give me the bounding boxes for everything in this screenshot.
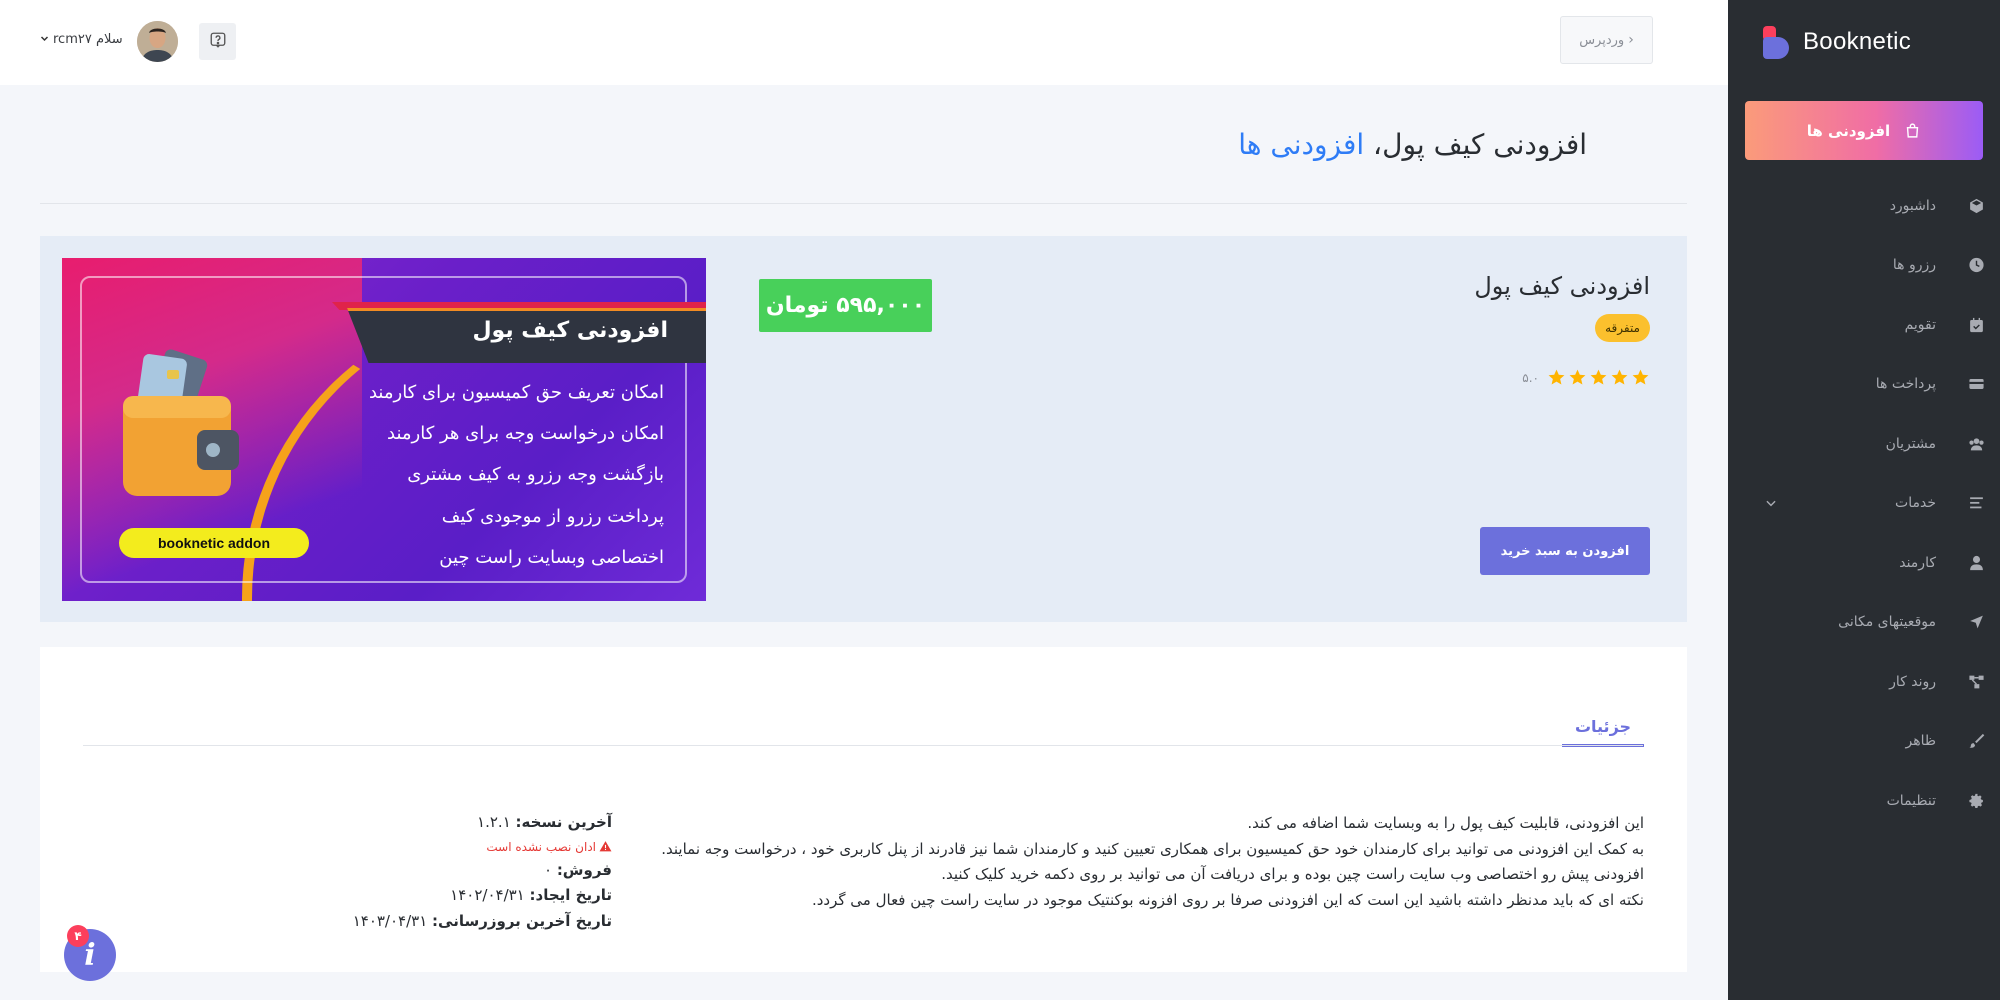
description-line: نکته ای که باید مدنظر داشته باشید این اس… (811, 890, 1644, 909)
sidebar-item-calendar[interactable]: تقویم (1728, 295, 2000, 355)
help-button[interactable] (199, 23, 236, 60)
banner-feature: اختصاصی وبسایت راست چین (439, 547, 664, 568)
topbar: وردپرس › سلام rcm۲۷ (0, 0, 1728, 85)
credit-card-icon (1968, 376, 1985, 393)
star-icon (1548, 369, 1565, 385)
notification-badge: ۴ (67, 925, 89, 947)
tab-divider (83, 745, 1643, 746)
addon-banner-image: افزودنی کیف پول امکان تعریف حق کمیسیون ب… (62, 258, 706, 601)
warning-icon (599, 841, 612, 852)
description-line: این افزودنی، قابلیت کیف پول را به وبسایت… (1247, 814, 1644, 832)
banner-feature: بازگشت وجه رزرو به کیف مشتری (407, 464, 664, 485)
addons-button-label: افزودنی ها (1806, 121, 1891, 140)
list-icon (1968, 495, 1985, 512)
sidebar-item-staff[interactable]: کارمند (1728, 533, 2000, 593)
sidebar-item-label: ظاهر (1905, 733, 1936, 750)
rating-value: ۵.۰ (1522, 370, 1539, 385)
booknetic-logo-icon (1761, 24, 1791, 60)
breadcrumb-separator: ، (1373, 128, 1383, 161)
sidebar-item-label: مشتریان (1885, 435, 1936, 452)
sidebar-item-label: خدمات (1895, 495, 1936, 512)
sidebar-item-payments[interactable]: پرداخت ها (1728, 355, 2000, 415)
cube-icon (1968, 197, 1985, 214)
sidebar-menu: داشبورد رزرو ها تقویم پرداخت ها مشتریان … (1728, 176, 2000, 831)
sidebar-item-workflow[interactable]: روند کار (1728, 652, 2000, 712)
details-panel: جزئیات این افزودنی، قابلیت کیف پول را به… (40, 647, 1687, 972)
sidebar-item-label: کارمند (1899, 554, 1936, 571)
not-installed-warning: ادان نصب نشده است (353, 836, 612, 858)
gear-icon (1968, 792, 1985, 809)
sidebar-item-label: پرداخت ها (1875, 376, 1936, 393)
sidebar-item-customers[interactable]: مشتریان (1728, 414, 2000, 474)
meta-sales: فروش: ۰ (543, 860, 612, 879)
page-title: افزودنی کیف پول، افزودنی ها (1238, 128, 1587, 161)
meta-version: آخرین نسخه: ۱.۲.۱ (477, 813, 612, 831)
star-icon (1569, 369, 1586, 385)
addon-description: این افزودنی، قابلیت کیف پول را به وبسایت… (644, 811, 1644, 913)
addon-name: افزودنی کیف پول (1474, 272, 1650, 300)
sidebar-item-dashboard[interactable]: داشبورد (1728, 176, 2000, 236)
brush-icon (1968, 733, 1985, 750)
tab-details[interactable]: جزئیات (1562, 709, 1644, 747)
banner-title: افزودنی کیف پول (472, 318, 668, 343)
meta-updated: تاریخ آخرین بروزرسانی: ۱۴۰۳/۰۴/۳۱ (352, 911, 612, 930)
addon-card: افزودنی کیف پول امکان تعریف حق کمیسیون ب… (40, 236, 1687, 622)
wordpress-button[interactable]: وردپرس › (1560, 16, 1653, 64)
description-line: به کمک این افزودنی می توانید برای کارمند… (661, 839, 1644, 858)
sidebar-item-appointments[interactable]: رزرو ها (1728, 236, 2000, 296)
divider (40, 203, 1687, 204)
wordpress-button-label: وردپرس (1579, 32, 1625, 48)
rating: ۵.۰ (1522, 368, 1650, 387)
category-badge: متفرقه (1595, 314, 1650, 342)
banner-pill: booknetic addon (119, 528, 309, 558)
users-icon (1968, 435, 1985, 452)
star-icon (1632, 369, 1649, 385)
wallet-icon (117, 348, 247, 508)
chevron-right-icon: › (1628, 32, 1634, 48)
star-icon (1611, 369, 1628, 385)
description-line: افزودنی پیش رو اختصاصی وب سایت راست چین … (941, 865, 1644, 883)
meta-created: تاریخ ایجاد: ۱۴۰۲/۰۴/۳۱ (450, 886, 612, 904)
sidebar-item-services[interactable]: خدمات (1728, 474, 2000, 534)
sidebar-item-label: روند کار (1889, 673, 1936, 690)
user-menu[interactable]: سلام rcm۲۷ (40, 32, 123, 47)
sidebar-item-settings[interactable]: تنظیمات (1728, 771, 2000, 831)
shopping-bag-icon (1904, 122, 1921, 139)
chevron-down-icon (40, 32, 49, 47)
addon-meta: آخرین نسخه: ۱.۲.۱ ادان نصب نشده است فروش… (353, 810, 612, 934)
greeting-text: سلام rcm۲۷ (53, 32, 123, 47)
workflow-icon (1968, 673, 1985, 690)
breadcrumb-addons-link[interactable]: افزودنی ها (1238, 128, 1364, 161)
sidebar-item-appearance[interactable]: ظاهر (1728, 712, 2000, 772)
sidebar-item-label: تقویم (1904, 316, 1936, 333)
sidebar-item-label: موقعیتهای مکانی (1838, 614, 1936, 631)
avatar[interactable] (137, 21, 178, 62)
location-arrow-icon (1968, 614, 1985, 631)
logo[interactable]: Booknetic (1761, 24, 1911, 60)
question-icon (209, 31, 227, 53)
user-icon (1968, 554, 1985, 571)
add-to-cart-button[interactable]: افزودن به سبد خرید (1480, 527, 1650, 575)
banner-feature: پرداخت رزرو از موجودی کیف (441, 506, 664, 527)
sidebar-item-label: تنظیمات (1886, 792, 1936, 809)
addons-button[interactable]: افزودنی ها (1745, 101, 1983, 160)
sidebar-item-label: داشبورد (1889, 197, 1936, 214)
banner-feature: امکان درخواست وجه برای هر کارمند (387, 423, 664, 444)
page-title-text: افزودنی کیف پول (1382, 128, 1587, 161)
star-icon (1590, 369, 1607, 385)
sidebar-item-label: رزرو ها (1892, 257, 1936, 274)
sidebar: Booknetic افزودنی ها داشبورد رزرو ها تقو… (1728, 0, 2000, 1000)
price-badge: ۵۹۵,۰۰۰ تومان (759, 279, 932, 332)
clock-icon (1968, 257, 1985, 274)
banner-feature: امکان تعریف حق کمیسیون برای کارمند (368, 382, 664, 403)
sidebar-item-locations[interactable]: موقعیتهای مکانی (1728, 593, 2000, 653)
logo-text: Booknetic (1803, 28, 1912, 55)
calendar-icon (1968, 316, 1985, 333)
chevron-down-icon[interactable] (1764, 496, 1778, 510)
